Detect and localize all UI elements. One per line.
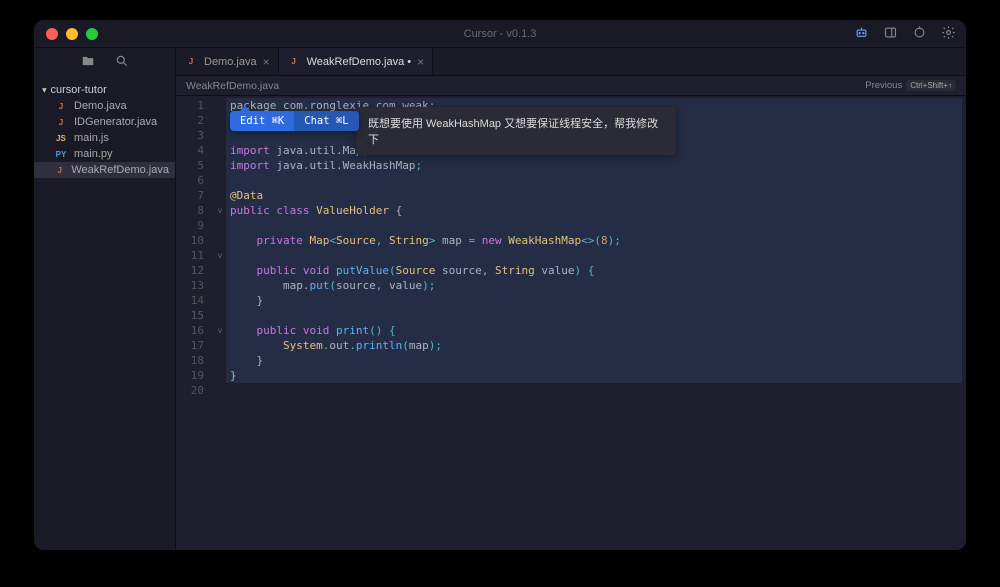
code-editor[interactable]: 1234567891011121314151617181920 vvv pack… <box>176 96 966 550</box>
code-line[interactable] <box>226 218 966 233</box>
file-name: main.js <box>74 132 109 144</box>
code-line[interactable]: public void print() { <box>226 323 966 338</box>
folder-label: cursor-tutor <box>51 84 107 96</box>
files-icon[interactable] <box>81 54 95 71</box>
line-number-gutter: 1234567891011121314151617181920 <box>176 96 214 550</box>
code-line[interactable]: } <box>226 353 966 368</box>
chevron-down-icon: ▸ <box>39 88 50 93</box>
code-line[interactable]: map.put(source, value); <box>226 278 966 293</box>
editor-tab[interactable]: J WeakRefDemo.java • × <box>279 48 434 75</box>
sidebar: ▸ cursor-tutor J Demo.java J IDGenerator.ja… <box>34 48 176 550</box>
window-title: Cursor - v0.1.3 <box>464 28 537 40</box>
tab-bar: J Demo.java × J WeakRefDemo.java • × <box>176 48 966 76</box>
code-area[interactable]: package com.ronglexie.com.weak;;import j… <box>226 96 966 550</box>
close-window-button[interactable] <box>46 28 58 40</box>
breadcrumb[interactable]: WeakRefDemo.java <box>186 80 279 92</box>
file-type-badge: J <box>184 57 198 66</box>
titlebar-actions <box>854 25 956 43</box>
gear-icon[interactable] <box>941 25 956 43</box>
code-line[interactable]: } <box>226 368 966 383</box>
tree-item[interactable]: PY main.py <box>34 146 175 162</box>
editor-tab[interactable]: J Demo.java × <box>176 48 279 75</box>
previous-key: Ctrl+Shift+↑ <box>906 80 956 91</box>
tree-item[interactable]: J IDGenerator.java <box>34 114 175 130</box>
file-name: main.py <box>74 148 113 160</box>
file-type-badge: PY <box>54 150 68 159</box>
chat-prompt-popup[interactable]: 既想要使用 WeakHashMap 又想要保证线程安全，帮我修改下 <box>356 107 676 155</box>
file-type-badge: JS <box>54 134 68 143</box>
close-icon[interactable]: × <box>263 55 270 69</box>
app-window: Cursor - v0.1.3 ▸ cursor-tutor J Demo.jav… <box>34 20 966 550</box>
file-name: IDGenerator.java <box>74 116 157 128</box>
minimize-window-button[interactable] <box>66 28 78 40</box>
fold-gutter: vvv <box>214 96 226 550</box>
code-line[interactable]: public void putValue(Source source, Stri… <box>226 263 966 278</box>
previous-label: Previous <box>865 80 902 91</box>
code-line[interactable]: import java.util.WeakHashMap; <box>226 158 966 173</box>
file-type-badge: J <box>54 102 68 111</box>
panel-icon[interactable] <box>883 25 898 43</box>
close-icon[interactable]: × <box>417 55 424 69</box>
tree-item[interactable]: JS main.js <box>34 130 175 146</box>
code-line[interactable] <box>226 173 966 188</box>
maximize-window-button[interactable] <box>86 28 98 40</box>
code-line[interactable] <box>226 248 966 263</box>
tree-item[interactable]: J Demo.java <box>34 98 175 114</box>
file-name: Demo.java <box>74 100 127 112</box>
code-line[interactable]: } <box>226 293 966 308</box>
tree-item[interactable]: J WeakRefDemo.java <box>34 162 175 178</box>
traffic-lights <box>34 28 98 40</box>
tab-label: WeakRefDemo.java • <box>307 56 412 68</box>
file-type-badge: J <box>54 166 65 175</box>
code-line[interactable] <box>226 308 966 323</box>
file-type-badge: J <box>287 57 301 66</box>
code-line[interactable]: private Map<Source, String> map = new We… <box>226 233 966 248</box>
file-tree: ▸ cursor-tutor J Demo.java J IDGenerator.ja… <box>34 76 175 550</box>
robot-icon[interactable] <box>854 25 869 43</box>
chat-action-button[interactable]: Chat ⌘L <box>294 111 358 131</box>
breadcrumb-bar: WeakRefDemo.java Previous Ctrl+Shift+↑ <box>176 76 966 96</box>
refresh-icon[interactable] <box>912 25 927 43</box>
search-icon[interactable] <box>115 54 129 71</box>
file-name: WeakRefDemo.java <box>71 164 169 176</box>
titlebar: Cursor - v0.1.3 <box>34 20 966 48</box>
code-line[interactable]: System.out.println(map); <box>226 338 966 353</box>
file-type-badge: J <box>54 118 68 127</box>
editor-area: J Demo.java × J WeakRefDemo.java • × WeakRefD… <box>176 48 966 550</box>
code-line[interactable]: public class ValueHolder { <box>226 203 966 218</box>
code-line[interactable] <box>226 383 966 398</box>
previous-hint[interactable]: Previous Ctrl+Shift+↑ <box>865 80 956 91</box>
tab-label: Demo.java <box>204 56 257 68</box>
sidebar-toolbar <box>34 48 175 76</box>
inline-action-popup: Edit ⌘K Chat ⌘L <box>230 111 359 131</box>
code-line[interactable]: @Data <box>226 188 966 203</box>
edit-action-button[interactable]: Edit ⌘K <box>230 111 294 131</box>
tree-folder-root[interactable]: ▸ cursor-tutor <box>34 82 175 98</box>
